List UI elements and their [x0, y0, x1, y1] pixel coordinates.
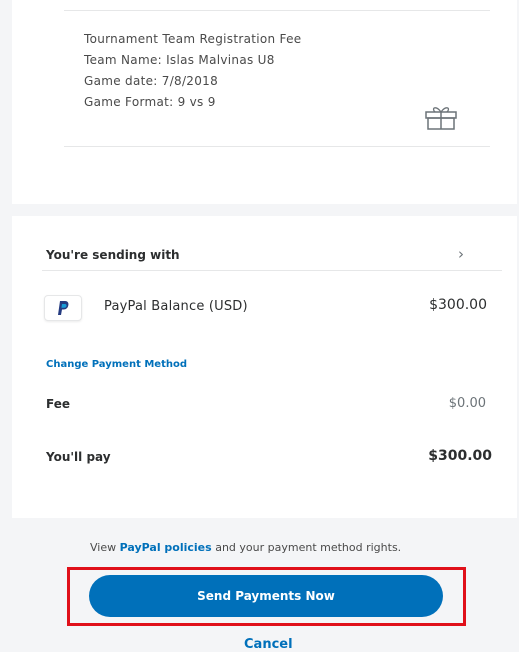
- paypal-logo-icon: [44, 295, 82, 321]
- game-date: Game date: 7/8/2018: [84, 74, 219, 88]
- sending-with-heading: You're sending with: [46, 248, 180, 262]
- change-payment-method-link[interactable]: Change Payment Method: [46, 359, 187, 370]
- divider: [64, 146, 490, 147]
- divider: [42, 270, 502, 271]
- funding-source-label: PayPal Balance (USD): [104, 299, 248, 314]
- funding-source-amount: $300.00: [429, 297, 487, 313]
- policy-prefix: View: [90, 541, 117, 554]
- paypal-policies-link[interactable]: PayPal policies: [120, 541, 212, 554]
- game-format: Game Format: 9 vs 9: [84, 95, 216, 109]
- cancel-link[interactable]: Cancel: [244, 637, 293, 652]
- policy-suffix: and your payment method rights.: [215, 541, 402, 554]
- fee-label: Fee: [46, 397, 70, 411]
- item-title: Tournament Team Registration Fee: [84, 32, 302, 46]
- divider: [64, 10, 490, 11]
- total-label: You'll pay: [46, 450, 111, 464]
- gift-icon[interactable]: [424, 104, 458, 130]
- chevron-right-icon[interactable]: ›: [458, 245, 464, 263]
- fee-amount: $0.00: [448, 396, 486, 411]
- policy-notice: View PayPal policies and your payment me…: [90, 541, 401, 554]
- team-name: Team Name: Islas Malvinas U8: [84, 53, 275, 67]
- send-payments-button[interactable]: Send Payments Now: [89, 575, 443, 617]
- total-amount: $300.00: [428, 448, 492, 464]
